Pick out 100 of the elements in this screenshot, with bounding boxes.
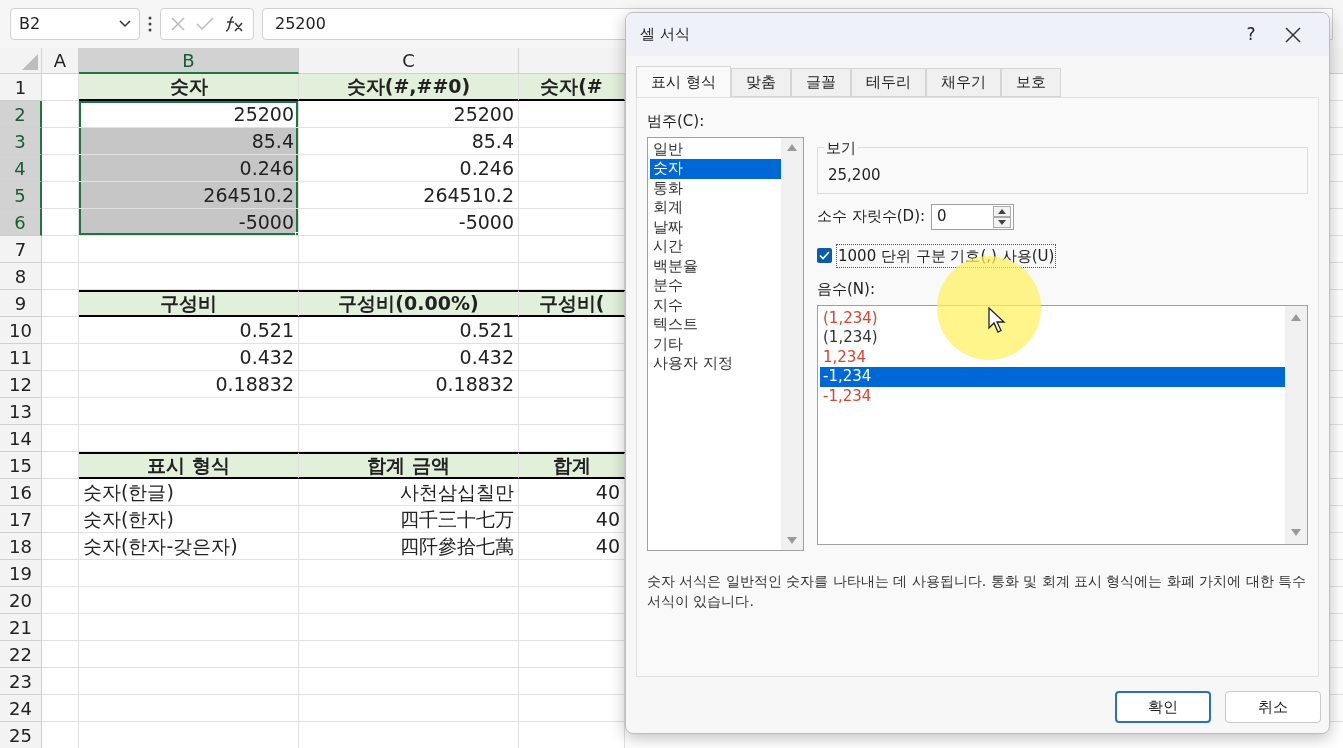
table-cell[interactable]: 40 [519,533,625,560]
table-cell[interactable] [299,695,519,722]
row-header[interactable]: 18 [0,533,42,560]
row-header[interactable]: 6 [0,209,42,236]
row-header[interactable]: 11 [0,344,42,371]
table-cell[interactable]: 사천삼십칠만 [299,479,519,506]
table-cell[interactable] [79,425,299,452]
table-cell[interactable] [519,641,625,668]
table-cell[interactable]: 0.432 [79,344,299,371]
select-all-icon[interactable] [22,54,38,70]
table-cell[interactable] [519,425,625,452]
tab[interactable]: 표시 형식 [636,66,731,97]
table-cell[interactable] [79,398,299,425]
category-item[interactable]: 분수 [650,276,781,296]
table-cell[interactable]: 264510.2 [79,182,299,209]
row-header[interactable]: 21 [0,614,42,641]
header-cell[interactable]: 표시 형식 [79,452,299,479]
table-cell[interactable]: 40 [519,479,625,506]
tab[interactable]: 테두리 [850,68,926,97]
header-cell[interactable]: 숫자 [79,74,299,101]
scroll-down-icon[interactable] [787,536,797,544]
table-cell[interactable] [519,263,625,290]
row-header[interactable]: 5 [0,182,42,209]
table-cell[interactable]: 0.432 [299,344,519,371]
header-cell[interactable]: 숫자(# [519,74,625,101]
header-cell[interactable]: 구성비( [519,290,625,317]
table-cell[interactable]: 숫자(한글) [79,479,299,506]
table-cell[interactable]: 25200 [299,101,519,128]
check-icon[interactable] [196,17,214,31]
table-cell[interactable] [299,236,519,263]
more-options-icon[interactable] [148,16,152,32]
row-header[interactable]: 15 [0,452,42,479]
table-cell[interactable] [519,695,625,722]
table-cell[interactable]: 0.521 [299,317,519,344]
table-cell[interactable] [519,371,625,398]
table-cell[interactable]: 0.521 [79,317,299,344]
table-cell[interactable]: 85.4 [299,128,519,155]
table-cell[interactable] [79,614,299,641]
category-item[interactable]: 기타 [650,334,781,354]
table-cell[interactable] [79,263,299,290]
table-cell[interactable]: -5000 [79,209,299,236]
row-header[interactable]: 16 [0,479,42,506]
row-header[interactable]: 24 [0,695,42,722]
table-cell[interactable]: 四阡參拾七萬 [299,533,519,560]
negative-format-option[interactable]: (1,234) [820,328,1285,348]
tab[interactable]: 글꼴 [790,68,851,97]
table-cell[interactable] [519,587,625,614]
ok-button[interactable]: 확인 [1115,691,1211,723]
table-cell[interactable] [299,587,519,614]
table-cell[interactable] [519,101,625,128]
table-cell[interactable] [79,641,299,668]
help-button[interactable]: ? [1231,19,1271,50]
table-cell[interactable] [299,263,519,290]
row-header[interactable]: 20 [0,587,42,614]
category-item[interactable]: 지수 [650,295,781,315]
column-header[interactable]: A [42,48,79,74]
category-item[interactable]: 시간 [650,237,781,257]
table-cell[interactable] [519,614,625,641]
negative-format-option[interactable]: (1,234) [820,308,1285,328]
category-item[interactable]: 텍스트 [650,315,781,335]
cancel-button[interactable]: 취소 [1225,691,1321,723]
row-header[interactable]: 2 [0,101,42,128]
table-cell[interactable] [519,344,625,371]
table-cell[interactable] [519,560,625,587]
decimal-places-spinner[interactable]: 0 [931,203,1015,230]
tab[interactable]: 채우기 [925,68,1001,97]
table-cell[interactable] [519,155,625,182]
table-cell[interactable]: -5000 [299,209,519,236]
table-cell[interactable]: 0.18832 [79,371,299,398]
table-cell[interactable]: 264510.2 [299,182,519,209]
category-item[interactable]: 통화 [650,178,781,198]
table-cell[interactable]: 40 [519,506,625,533]
function-icon[interactable] [224,15,244,33]
table-cell[interactable] [299,614,519,641]
table-cell[interactable] [79,560,299,587]
table-cell[interactable] [79,236,299,263]
table-cell[interactable] [299,641,519,668]
row-header[interactable]: 8 [0,263,42,290]
scroll-up-icon[interactable] [787,143,797,151]
column-header[interactable]: C [299,48,519,74]
row-header[interactable]: 4 [0,155,42,182]
header-cell[interactable]: 구성비 [79,290,299,317]
scroll-down-icon[interactable] [1291,528,1301,536]
row-header[interactable]: 14 [0,425,42,452]
row-header[interactable]: 12 [0,371,42,398]
row-header[interactable]: 3 [0,128,42,155]
table-cell[interactable]: 숫자(한자-갖은자) [79,533,299,560]
table-cell[interactable] [519,236,625,263]
scrollbar[interactable] [781,137,803,550]
category-item[interactable]: 일반 [650,139,781,159]
name-box[interactable]: B2 [10,8,140,40]
checkbox[interactable] [817,248,832,264]
row-header[interactable]: 22 [0,641,42,668]
table-cell[interactable] [519,668,625,695]
row-header[interactable]: 1 [0,74,42,101]
row-header[interactable]: 10 [0,317,42,344]
table-cell[interactable]: 四千三十七万 [299,506,519,533]
table-cell[interactable] [519,317,625,344]
table-cell[interactable] [299,425,519,452]
table-cell[interactable]: 0.246 [79,155,299,182]
